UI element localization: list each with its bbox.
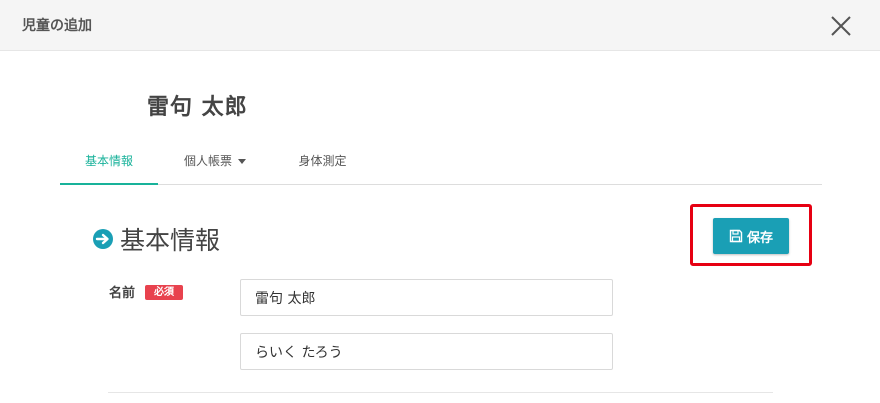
tab-label: 個人帳票 <box>183 154 232 168</box>
floppy-disk-icon <box>729 229 743 243</box>
close-icon[interactable] <box>826 11 856 41</box>
tab-label: 基本情報 <box>84 154 133 168</box>
tab-basic-info[interactable]: 基本情報 <box>60 139 158 185</box>
save-button-label: 保存 <box>746 230 773 246</box>
tab-bar: 基本情報 個人帳票 身体測定 <box>60 139 822 185</box>
student-name: 雷句 太郎 <box>147 95 248 120</box>
save-button[interactable]: 保存 <box>713 218 789 254</box>
circle-arrow-right-icon <box>93 229 113 249</box>
modal-title: 児童の追加 <box>22 18 92 34</box>
section-heading: 基本情報 <box>92 222 220 256</box>
divider <box>108 392 773 393</box>
caret-down-icon <box>238 159 246 164</box>
tab-personal-report[interactable]: 個人帳票 <box>170 139 260 185</box>
required-badge: 必須 <box>145 285 183 300</box>
modal-header: 児童の追加 <box>0 0 880 51</box>
tab-body-measurement[interactable]: 身体測定 <box>285 139 360 185</box>
name-input[interactable] <box>240 279 613 316</box>
section-title: 基本情報 <box>120 226 221 255</box>
name-kana-input[interactable] <box>240 333 613 370</box>
tab-label: 身体測定 <box>298 154 347 168</box>
name-field-label: 名前 <box>109 286 136 301</box>
